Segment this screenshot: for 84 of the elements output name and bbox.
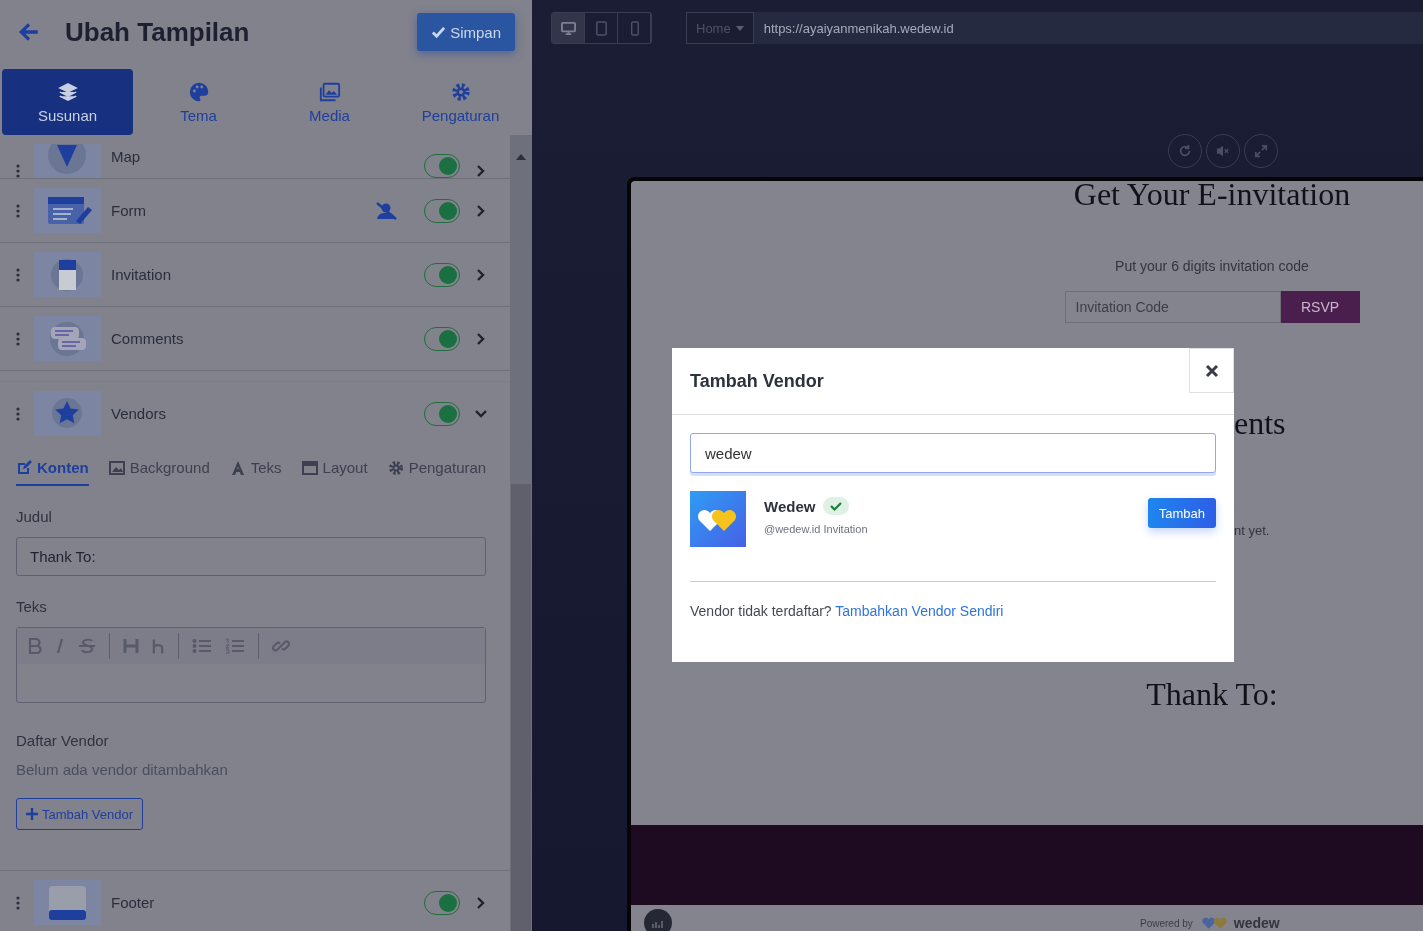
save-button[interactable]: Simpan <box>417 13 515 51</box>
chart-icon[interactable] <box>644 909 672 931</box>
back-arrow-icon[interactable] <box>18 21 40 43</box>
field-label: Daftar Vendor <box>16 732 110 749</box>
heading-icon[interactable] <box>123 638 139 654</box>
drag-handle-icon[interactable] <box>16 164 20 178</box>
section-name: Form <box>111 202 147 219</box>
vendor-logo <box>690 491 746 547</box>
drag-handle-icon[interactable] <box>16 267 20 282</box>
field-label: Judul <box>16 508 53 525</box>
section-thumbnail <box>34 391 101 436</box>
drag-handle-icon[interactable] <box>16 331 20 346</box>
section-name: Comments <box>111 330 185 347</box>
vendor-handle: @wedew.id Invitation <box>764 523 869 535</box>
main-tab[interactable]: Tema <box>133 69 264 135</box>
drag-handle-icon[interactable] <box>16 406 20 421</box>
url-text: https://ayaiyanmenikah.wedew.id <box>763 20 954 36</box>
mute-icon <box>1216 144 1230 158</box>
settings-tab[interactable]: Pengaturan <box>387 453 487 486</box>
brand-name: wedew <box>1233 915 1280 931</box>
main-tab[interactable]: Media <box>264 69 395 135</box>
footer-text: Vendor tidak terdaftar? <box>690 603 832 619</box>
section-thumbnail <box>34 880 101 925</box>
section-name: Vendors <box>111 405 168 422</box>
dialog-title: Tambah Vendor <box>690 370 824 392</box>
field-label: Teks <box>16 598 48 615</box>
desktop-icon[interactable] <box>552 13 585 43</box>
section-name: Map <box>111 148 142 165</box>
add-own-vendor-link[interactable]: Tambahkan Vendor Sendiri <box>835 603 1004 619</box>
main-tab[interactable]: Susunan <box>2 69 133 135</box>
close-button[interactable] <box>1189 348 1234 393</box>
add-vendor-button[interactable]: Tambah Vendor <box>16 798 144 830</box>
settings-tab[interactable]: Teks <box>229 453 282 486</box>
palette-icon <box>187 80 210 103</box>
expand-icon <box>1254 144 1268 158</box>
invitation-code-input[interactable]: Invitation Code <box>1064 291 1281 323</box>
check-icon <box>431 24 447 40</box>
close-icon <box>1204 363 1219 378</box>
scrollbar[interactable] <box>510 135 532 931</box>
images-icon <box>318 80 341 103</box>
drag-handle-icon[interactable] <box>16 203 20 218</box>
page-title: Ubah Tampilan <box>65 16 251 48</box>
search-field[interactable]: wedew <box>690 433 1216 473</box>
section-name: Footer <box>111 894 156 911</box>
section-heading: ents <box>1234 407 1286 439</box>
scroll-up-icon[interactable] <box>516 154 526 160</box>
bold-icon[interactable] <box>28 638 42 654</box>
layers-icon <box>56 80 79 103</box>
section-heading: Get Your E-invitation <box>1073 178 1351 210</box>
edit-icon <box>16 459 32 476</box>
section-thumbnail <box>34 252 101 297</box>
window-icon <box>301 459 318 476</box>
italic-icon[interactable] <box>55 638 65 654</box>
section-thumbnail <box>34 188 101 233</box>
bullet-list-icon[interactable] <box>192 638 212 654</box>
section-thumbnail <box>34 144 101 178</box>
powered-by-text: Powered by <box>1140 917 1193 929</box>
drag-handle-icon[interactable] <box>16 895 20 910</box>
title-input[interactable]: Thank To: <box>16 537 486 576</box>
add-button[interactable]: Tambah <box>1147 498 1216 528</box>
rich-text-editor[interactable] <box>16 627 486 703</box>
prompt-text: Put your 6 digits invitation code <box>1115 258 1309 274</box>
section-name: Invitation <box>111 266 173 283</box>
settings-icon <box>449 80 472 103</box>
settings-tab[interactable]: Layout <box>301 453 368 486</box>
section-heading: Thank To: <box>1146 678 1278 710</box>
main-tab[interactable]: Pengaturan <box>395 69 526 135</box>
settings-icon <box>387 459 404 476</box>
numbered-list-icon[interactable] <box>225 638 245 654</box>
caret-icon <box>735 25 744 31</box>
body-text: nt yet. <box>1234 523 1270 538</box>
small-heading-icon[interactable] <box>152 638 165 654</box>
section-thumbnail <box>34 316 101 361</box>
vendor-name: Wedew <box>764 497 816 515</box>
settings-tab[interactable]: Background <box>108 453 210 486</box>
strikethrough-icon[interactable] <box>78 638 96 654</box>
rsvp-button[interactable]: RSVP <box>1280 291 1360 323</box>
logo-icon <box>1200 916 1230 930</box>
reload-icon <box>1178 144 1192 158</box>
image-icon <box>108 459 125 476</box>
font-icon <box>229 459 246 476</box>
plus-icon <box>26 808 38 820</box>
settings-tab[interactable]: Konten <box>16 453 89 486</box>
link-icon[interactable] <box>272 637 290 655</box>
